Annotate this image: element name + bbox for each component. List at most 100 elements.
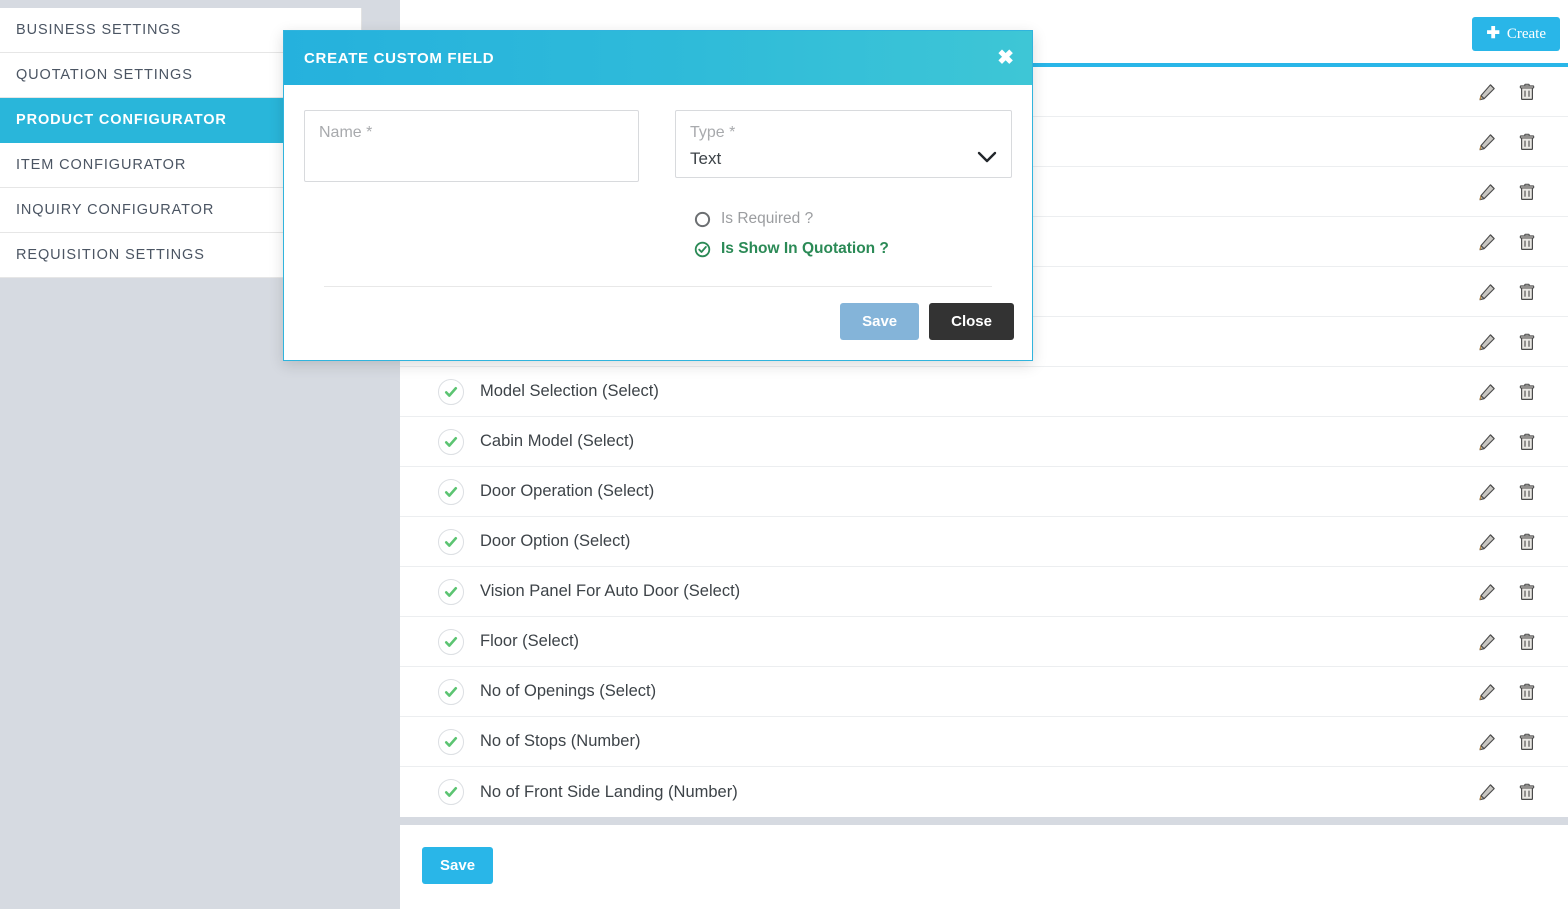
- trash-icon[interactable]: [1518, 633, 1536, 651]
- app-root: BUSINESS SETTINGS QUOTATION SETTINGS PRO…: [0, 0, 1568, 909]
- close-icon[interactable]: ✖: [997, 48, 1014, 68]
- option-is-required[interactable]: Is Required ?: [694, 204, 1012, 234]
- table-row: Cabin Model (Select): [400, 417, 1568, 467]
- trash-icon[interactable]: [1518, 333, 1536, 351]
- pencil-icon[interactable]: [1478, 133, 1496, 151]
- row-label: Door Operation (Select): [480, 482, 655, 500]
- check-circle-icon: [438, 478, 464, 505]
- table-row: No of Front Side Landing (Number): [400, 767, 1568, 817]
- pencil-icon[interactable]: [1478, 683, 1496, 701]
- list-section-divider: [400, 817, 1568, 825]
- page-footer: Save: [400, 825, 1568, 905]
- sidebar-item-label: ITEM CONFIGURATOR: [16, 157, 187, 173]
- row-label: Cabin Model (Select): [480, 432, 635, 450]
- option-is-show-in-quotation-label: Is Show In Quotation ?: [721, 240, 889, 257]
- trash-icon[interactable]: [1518, 533, 1536, 551]
- dialog-fields-row: Name * Type * Text: [304, 110, 1012, 182]
- check-circle-icon: [694, 241, 711, 257]
- row-actions: [1478, 683, 1536, 701]
- trash-icon[interactable]: [1518, 183, 1536, 201]
- check-circle-icon: [438, 728, 464, 755]
- check-circle-icon: [438, 779, 464, 805]
- row-actions: [1478, 333, 1536, 351]
- create-custom-field-dialog: CREATE CUSTOM FIELD ✖ Name * Type * Text: [283, 30, 1033, 361]
- check-circle-icon: [438, 678, 464, 705]
- check-circle-icon: [438, 628, 464, 655]
- check-circle-icon: [438, 378, 464, 405]
- name-input-box[interactable]: Name *: [304, 110, 640, 182]
- row-actions: [1478, 583, 1536, 601]
- pencil-icon[interactable]: [1478, 533, 1496, 551]
- pencil-icon[interactable]: [1478, 83, 1496, 101]
- check-circle-icon: [438, 428, 464, 455]
- dialog-save-button[interactable]: Save: [840, 303, 920, 340]
- row-label: Model Selection (Select): [480, 382, 659, 400]
- row-actions: [1478, 533, 1536, 551]
- type-select-box[interactable]: Type * Text: [675, 110, 1012, 178]
- pencil-icon[interactable]: [1478, 583, 1496, 601]
- save-button[interactable]: Save: [422, 847, 494, 884]
- option-is-required-label: Is Required ?: [721, 210, 814, 227]
- row-label: No of Stops (Number): [480, 732, 641, 750]
- row-label: Floor (Select): [480, 632, 580, 650]
- table-row: Model Selection (Select): [400, 367, 1568, 417]
- type-field-group: Type * Text: [675, 110, 1012, 182]
- table-row: Door Option (Select): [400, 517, 1568, 567]
- top-spacer: [0, 0, 400, 8]
- table-row: Door Operation (Select): [400, 467, 1568, 517]
- row-actions: [1478, 433, 1536, 451]
- row-actions: [1478, 233, 1536, 251]
- row-label: No of Openings (Select): [480, 682, 657, 700]
- name-field-placeholder: Name *: [319, 124, 373, 141]
- pencil-icon[interactable]: [1478, 333, 1496, 351]
- row-label: Vision Panel For Auto Door (Select): [480, 582, 741, 600]
- row-actions: [1478, 133, 1536, 151]
- sidebar-item-label: PRODUCT CONFIGURATOR: [16, 112, 227, 128]
- dialog-close-button[interactable]: Close: [929, 303, 1014, 340]
- plus-icon: ✚: [1486, 25, 1500, 42]
- trash-icon[interactable]: [1518, 733, 1536, 751]
- table-row: No of Openings (Select): [400, 667, 1568, 717]
- dialog-header: CREATE CUSTOM FIELD ✖: [284, 31, 1032, 85]
- trash-icon[interactable]: [1518, 283, 1536, 301]
- sidebar-item-label: BUSINESS SETTINGS: [16, 22, 182, 38]
- row-actions: [1478, 383, 1536, 401]
- table-row: No of Stops (Number): [400, 717, 1568, 767]
- trash-icon[interactable]: [1518, 583, 1536, 601]
- pencil-icon[interactable]: [1478, 783, 1496, 801]
- dialog-footer: Save Close: [284, 287, 1032, 360]
- check-circle-icon: [438, 578, 464, 605]
- trash-icon[interactable]: [1518, 233, 1536, 251]
- trash-icon[interactable]: [1518, 433, 1536, 451]
- row-actions: [1478, 183, 1536, 201]
- radio-circle-empty-icon: [694, 211, 711, 227]
- row-actions: [1478, 733, 1536, 751]
- pencil-icon[interactable]: [1478, 483, 1496, 501]
- row-actions: [1478, 83, 1536, 101]
- check-circle-icon: [438, 528, 464, 555]
- pencil-icon[interactable]: [1478, 383, 1496, 401]
- row-actions: [1478, 483, 1536, 501]
- pencil-icon[interactable]: [1478, 433, 1496, 451]
- pencil-icon[interactable]: [1478, 233, 1496, 251]
- trash-icon[interactable]: [1518, 383, 1536, 401]
- pencil-icon[interactable]: [1478, 283, 1496, 301]
- trash-icon[interactable]: [1518, 133, 1536, 151]
- trash-icon[interactable]: [1518, 83, 1536, 101]
- pencil-icon[interactable]: [1478, 733, 1496, 751]
- dialog-body: Name * Type * Text Is Required ? Is Show…: [284, 85, 1032, 287]
- sidebar-item-label: QUOTATION SETTINGS: [16, 67, 193, 83]
- pencil-icon[interactable]: [1478, 633, 1496, 651]
- trash-icon[interactable]: [1518, 783, 1536, 801]
- create-button[interactable]: ✚ Create: [1472, 17, 1560, 51]
- trash-icon[interactable]: [1518, 683, 1536, 701]
- type-field-value: Text: [690, 148, 722, 168]
- table-row: Vision Panel For Auto Door (Select): [400, 567, 1568, 617]
- type-field-label: Type *: [690, 124, 736, 141]
- table-row: Floor (Select): [400, 617, 1568, 667]
- option-is-show-in-quotation[interactable]: Is Show In Quotation ?: [694, 234, 1012, 264]
- sidebar-item-label: REQUISITION SETTINGS: [16, 247, 205, 263]
- pencil-icon[interactable]: [1478, 183, 1496, 201]
- dialog-options: Is Required ? Is Show In Quotation ?: [304, 182, 1012, 264]
- trash-icon[interactable]: [1518, 483, 1536, 501]
